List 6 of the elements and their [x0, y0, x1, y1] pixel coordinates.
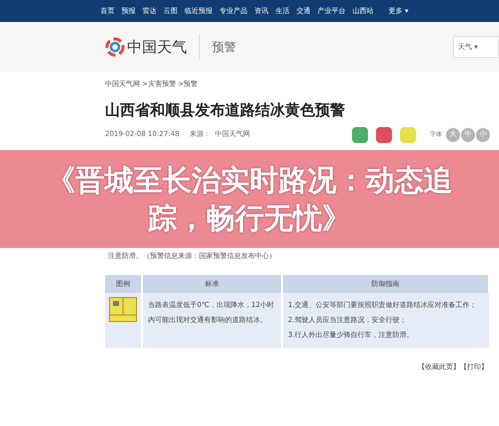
road-icing-icon — [109, 297, 137, 322]
section-title: 预警 — [212, 39, 236, 56]
overlay-title: 《晋城至长治实时路况：动态追踪，畅行无忧》 — [46, 162, 454, 236]
logo-text: 中国天气 — [127, 36, 187, 58]
article-title: 山西省和顺县发布道路结冰黄色预警 — [105, 100, 346, 120]
logo-icon — [105, 37, 125, 57]
